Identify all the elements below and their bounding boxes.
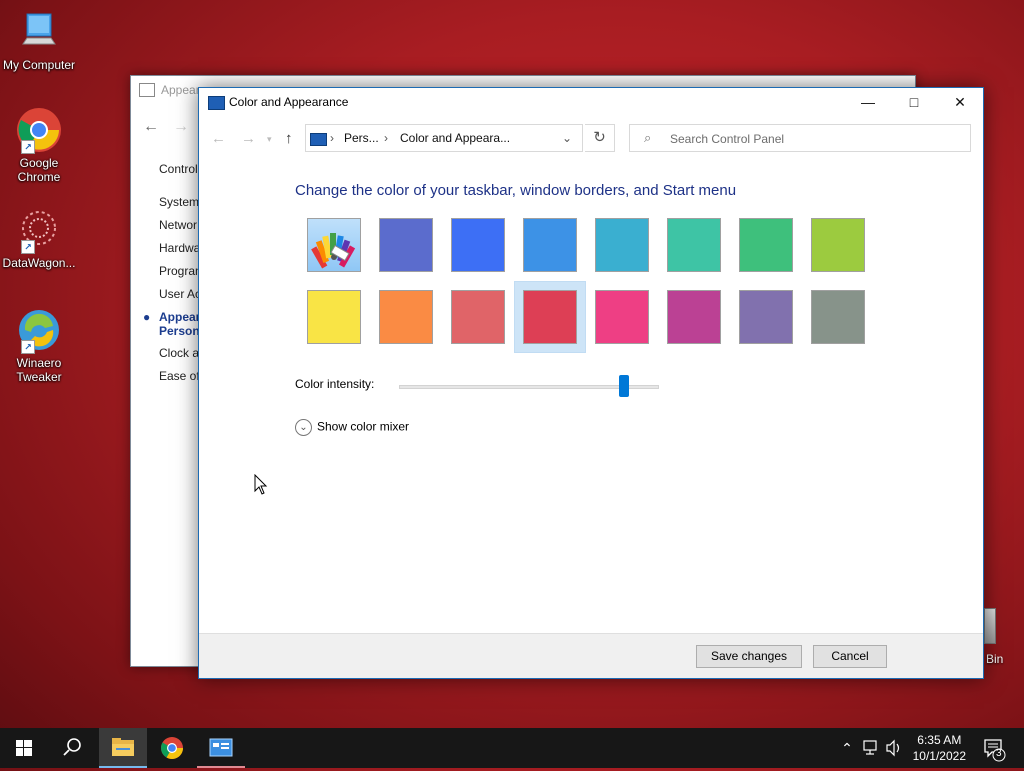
computer-icon [15, 8, 63, 56]
color-swatch[interactable] [451, 218, 505, 272]
window-title: Color and Appearance [229, 95, 349, 109]
bullet-icon: ● [143, 310, 151, 324]
color-swatch[interactable] [307, 218, 361, 272]
breadcrumb-item[interactable]: Color and Appeara... [400, 131, 510, 145]
color-swatch[interactable] [379, 218, 433, 272]
taskbar-clock[interactable]: 6:35 AM 10/1/2022 [913, 732, 966, 764]
close-button[interactable]: ✕ [937, 88, 983, 116]
winaero-icon: ↗ [15, 306, 63, 354]
page-heading: Change the color of your taskbar, window… [295, 182, 737, 199]
address-row: ← → ▾ ↑ › Pers... › Color and Appeara...… [199, 124, 983, 154]
taskbar: ⌃ 6:35 AM 10/1/2022 3 [0, 728, 1024, 768]
shortcut-arrow-icon: ↗ [21, 240, 35, 254]
chrome-icon [161, 737, 183, 759]
desktop-icon-google-chrome[interactable]: ↗ Google Chrome [0, 106, 79, 184]
slider-thumb[interactable] [618, 375, 629, 397]
search-icon [63, 738, 81, 756]
shortcut-arrow-icon: ↗ [21, 140, 35, 154]
titlebar[interactable]: Color and Appearance — □ ✕ [199, 88, 983, 116]
color-swatch[interactable] [811, 218, 865, 272]
color-swatch-selected[interactable] [523, 290, 577, 344]
breadcrumb-separator-icon: › [384, 131, 388, 145]
color-swatch[interactable] [811, 290, 865, 344]
color-palette-icon [311, 233, 356, 269]
forward-arrow-icon[interactable]: → [241, 130, 256, 147]
background-window-title: Appear [161, 83, 200, 97]
save-changes-button[interactable]: Save changes [696, 645, 802, 668]
chrome-icon: ↗ [15, 106, 63, 154]
desktop-icon-label: My Computer [2, 58, 76, 72]
datawagon-icon: ↗ [15, 206, 63, 254]
up-arrow-icon[interactable]: ↑ [285, 130, 293, 147]
show-hidden-icons-button[interactable]: ⌃ [838, 728, 856, 768]
color-swatch[interactable] [739, 218, 793, 272]
show-color-mixer-label: Show color mixer [317, 419, 410, 434]
desktop-icon-label: Google Chrome [17, 156, 61, 184]
notification-count-badge: 3 [996, 748, 1002, 759]
chevron-down-icon[interactable]: ⌄ [562, 131, 572, 145]
notification-icon [984, 739, 1006, 762]
color-swatch[interactable] [595, 218, 649, 272]
control-panel-icon [209, 738, 233, 757]
search-icon: ⌕ [644, 130, 652, 145]
taskbar-chrome[interactable] [148, 728, 196, 768]
desktop-icon-winaero-tweaker[interactable]: ↗ Winaero Tweaker [0, 306, 79, 384]
maximize-button[interactable]: □ [891, 88, 937, 116]
search-button[interactable] [48, 728, 96, 768]
breadcrumb-separator-icon: › [330, 131, 334, 145]
color-swatch[interactable] [379, 290, 433, 344]
chevron-down-icon: ⌄ [295, 419, 312, 436]
color-swatch[interactable] [667, 290, 721, 344]
clock-date: 10/1/2022 [912, 749, 966, 763]
desktop-icon-label: DataWagon... [2, 256, 76, 270]
recent-dropdown-icon[interactable]: ▾ [267, 134, 272, 145]
refresh-button[interactable]: ↻ [585, 124, 615, 152]
action-center-button[interactable]: 3 [980, 728, 1010, 768]
color-intensity-label: Color intensity: [295, 377, 375, 391]
color-swatch[interactable] [451, 290, 505, 344]
search-input[interactable]: ⌕ Search Control Panel [629, 124, 971, 152]
folder-icon [112, 738, 134, 756]
forward-arrow-icon[interactable]: → [173, 118, 189, 136]
back-arrow-icon[interactable]: ← [143, 118, 159, 136]
color-swatch[interactable] [595, 290, 649, 344]
shortcut-arrow-icon: ↗ [21, 340, 35, 354]
start-button[interactable] [0, 728, 48, 768]
desktop-icon-datawagon[interactable]: ↗ DataWagon... [0, 206, 79, 270]
dialog-footer: Save changes Cancel [199, 633, 983, 678]
cancel-button[interactable]: Cancel [813, 645, 887, 668]
color-and-appearance-window[interactable]: Color and Appearance — □ ✕ ← → ▾ ↑ › Per… [198, 87, 984, 679]
control-panel-icon [310, 133, 327, 146]
desktop-icon-my-computer[interactable]: My Computer [0, 8, 79, 72]
control-panel-icon [208, 96, 225, 110]
address-bar[interactable]: › Pers... › Color and Appeara... ⌄ [305, 124, 583, 152]
desktop-icon-label: Bin [986, 652, 1004, 666]
desktop-icon-label: Winaero Tweaker [16, 356, 62, 384]
volume-icon[interactable] [884, 728, 904, 768]
color-swatch[interactable] [667, 218, 721, 272]
color-swatch[interactable] [739, 290, 793, 344]
color-swatch[interactable] [307, 290, 361, 344]
taskbar-control-panel[interactable] [197, 728, 245, 768]
mouse-cursor-icon [254, 473, 268, 499]
clock-time: 6:35 AM [917, 733, 962, 747]
show-color-mixer-toggle[interactable]: ⌄ Show color mixer [295, 419, 409, 436]
minimize-button[interactable]: — [845, 88, 891, 116]
breadcrumb-item[interactable]: Pers... [344, 131, 379, 145]
color-swatch[interactable] [523, 218, 577, 272]
recycle-bin-icon[interactable] [984, 608, 996, 644]
color-intensity-slider[interactable] [399, 375, 659, 397]
control-panel-icon [139, 83, 155, 97]
search-placeholder: Search Control Panel [670, 132, 785, 146]
windows-logo-icon [16, 740, 32, 756]
network-icon[interactable] [862, 728, 880, 768]
back-arrow-icon[interactable]: ← [211, 130, 226, 147]
taskbar-file-explorer[interactable] [99, 728, 147, 768]
